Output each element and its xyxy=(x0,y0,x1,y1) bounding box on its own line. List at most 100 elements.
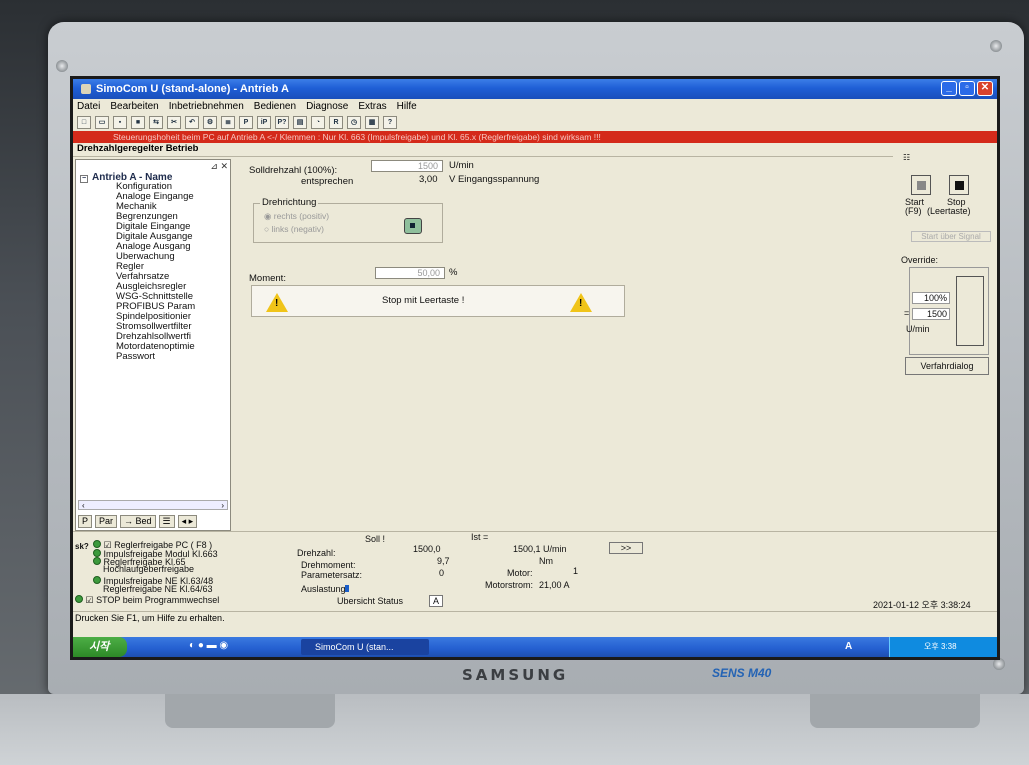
stop-message: Stop mit Leertaste ! xyxy=(382,295,465,306)
override-slider[interactable] xyxy=(956,276,984,346)
menu-bedienen[interactable]: Bedienen xyxy=(254,101,296,112)
moment-label: Moment: xyxy=(249,273,286,284)
quicklaunch-icons[interactable]: ◐ ● ▬ ◉ xyxy=(189,640,228,651)
status-led xyxy=(93,540,101,548)
uebersicht-value[interactable]: A xyxy=(429,595,444,607)
laptop-model-logo: SENS M40 xyxy=(712,666,772,680)
clock-icon[interactable]: ◷ xyxy=(347,115,361,129)
scroll-right-icon[interactable]: › xyxy=(221,501,224,510)
compare-icon[interactable]: ≣ xyxy=(221,115,235,129)
monitor-icon[interactable]: ◔ xyxy=(311,115,325,129)
stop-prog-row[interactable]: ☑ STOP beim Programmwechsel xyxy=(75,595,219,606)
chart-icon[interactable]: ▦ xyxy=(365,115,379,129)
help-status-line: Drucken Sie F1, um Hilfe zu erhalten. xyxy=(73,611,997,624)
drehzahl-label: Drehzahl: xyxy=(297,548,336,558)
drehmoment-label: Drehmoment: xyxy=(301,560,356,570)
parameter-icon[interactable]: P xyxy=(239,115,253,129)
equals-sign: = xyxy=(904,308,910,318)
close-button[interactable]: ✕ xyxy=(977,81,993,96)
menu-datei[interactable]: Datei xyxy=(77,101,100,112)
moment-field[interactable]: 50,00 xyxy=(375,267,445,279)
direction-left-radio[interactable]: ○ links (negativ) xyxy=(264,224,324,234)
tree-horizontal-scrollbar[interactable]: ‹ › xyxy=(78,500,228,510)
new-file-icon[interactable]: □ xyxy=(77,115,91,129)
motorstrom-value: 21,00 A xyxy=(539,580,570,590)
stop-hint: (Leertaste) xyxy=(927,206,971,216)
tree-panel-controls[interactable]: ⊿ ✕ xyxy=(210,161,228,172)
setpoint-unit: U/min xyxy=(449,160,474,171)
warning-icon: ! xyxy=(266,293,288,312)
tree-tabs: P Par → Bed ☰ ◂ ▸ xyxy=(78,515,198,528)
paramsatz-label: Parametersatz: xyxy=(301,570,363,580)
ist-header: Ist = xyxy=(471,532,489,542)
bezel-screw-right xyxy=(990,40,1002,52)
verfahr-dialog-button[interactable]: Verfahrdialog xyxy=(905,357,989,375)
save-icon[interactable]: ■ xyxy=(131,115,145,129)
stop-button[interactable] xyxy=(949,175,969,195)
setpoint-field[interactable]: 1500 xyxy=(371,160,443,172)
mode-title: Drehzahlgeregelter Betrieb xyxy=(73,143,893,157)
window-titlebar[interactable]: SimoCom U (stand-alone) - Antrieb A _ ▫ … xyxy=(73,79,997,99)
menu-inbetriebnehmen[interactable]: Inbetriebnehmen xyxy=(169,101,244,112)
stop-hint-box: ! Stop mit Leertaste ! ! xyxy=(251,285,625,317)
minimize-button[interactable]: _ xyxy=(941,81,957,96)
drehzahl-ist: 1500,1 U/min xyxy=(513,544,567,554)
diag-icon[interactable]: sk? xyxy=(75,542,89,551)
direction-group: Drehrichtung ◉ rechts (positiv) ○ links … xyxy=(253,197,443,243)
moment-unit: % xyxy=(449,267,458,278)
status-led xyxy=(93,549,101,557)
tree-list: Konfiguration Analoge Eingange Mechanik … xyxy=(116,182,195,362)
override-unit: U/min xyxy=(906,324,930,334)
menu-hilfe[interactable]: Hilfe xyxy=(397,101,417,112)
input-lang-indicator[interactable]: A xyxy=(845,641,852,652)
start-button[interactable] xyxy=(911,175,931,195)
hochlauf-label: Hochlaufgeberfreigabe xyxy=(103,564,195,574)
open-folder-icon[interactable]: ▭ xyxy=(95,115,109,129)
tab-p[interactable]: P xyxy=(78,515,93,528)
override-box: 100% = 1500 U/min xyxy=(904,267,989,355)
menu-bearbeiten[interactable]: Bearbeiten xyxy=(110,101,158,112)
override-percent[interactable]: 100% xyxy=(912,292,950,304)
toolbar: □ ▭ ▪ ■ ⇆ ✂ ↶ ⚙ ≣ P iP P? ▤ ◔ R ◷ ▦ ? xyxy=(73,113,613,131)
param-check-icon[interactable]: P? xyxy=(275,115,289,129)
tool-icon[interactable]: ✂ xyxy=(167,115,181,129)
reset-icon[interactable]: R xyxy=(329,115,343,129)
tree-item[interactable]: Passwort xyxy=(116,352,195,362)
connect-icon[interactable]: ⇆ xyxy=(149,115,163,129)
tab-bed[interactable]: → Bed xyxy=(120,515,156,528)
menu-extras[interactable]: Extras xyxy=(358,101,386,112)
maximize-button[interactable]: ▫ xyxy=(959,81,975,96)
tab-nav-arrows[interactable]: ◂ ▸ xyxy=(177,515,198,528)
tab-list-icon[interactable]: ☰ xyxy=(158,515,175,528)
undo-icon[interactable]: ↶ xyxy=(185,115,199,129)
direction-right-radio[interactable]: ◉ rechts (positiv) xyxy=(264,211,329,222)
hinge-left xyxy=(165,694,335,728)
tray-clock[interactable]: 오후 3:38 xyxy=(924,642,957,651)
status-led xyxy=(93,576,101,584)
parameter-tree-panel: ⊿ ✕ − Antrieb A - Name Konfiguration Anal… xyxy=(75,159,231,531)
print-icon[interactable]: ▪ xyxy=(113,115,127,129)
system-tray: 오후 3:38 xyxy=(889,637,997,657)
auslastung-bar xyxy=(345,585,349,592)
more-status-button[interactable]: >> xyxy=(609,542,643,554)
drehzahl-soll: 1500,0 xyxy=(413,544,441,554)
help-icon[interactable]: ? xyxy=(383,115,397,129)
settings-icon[interactable]: ⚙ xyxy=(203,115,217,129)
paramsatz-value: 0 xyxy=(439,568,445,578)
ip-icon[interactable]: iP xyxy=(257,115,271,129)
direction-right-label: rechts (positiv) xyxy=(273,211,330,221)
laptop-screen: SimoCom U (stand-alone) - Antrieb A _ ▫ … xyxy=(70,76,1000,660)
module-icon[interactable]: ▤ xyxy=(293,115,307,129)
scroll-left-icon[interactable]: ‹ xyxy=(82,501,85,510)
start-menu-button[interactable]: 시작 xyxy=(73,637,127,657)
menu-diagnose[interactable]: Diagnose xyxy=(306,101,348,112)
override-rpm[interactable]: 1500 xyxy=(912,308,950,320)
tab-par[interactable]: Par xyxy=(95,515,118,528)
panel-icon: ☷ xyxy=(903,153,911,162)
window-title: SimoCom U (stand-alone) - Antrieb A xyxy=(96,83,289,95)
app-icon xyxy=(81,84,91,94)
collapse-icon[interactable]: − xyxy=(80,175,88,183)
taskbar-app-button[interactable]: SimoCom U (stan... xyxy=(301,639,429,655)
direction-apply-button[interactable] xyxy=(404,218,422,234)
start-signal-button[interactable]: Start über Signal xyxy=(911,231,991,242)
